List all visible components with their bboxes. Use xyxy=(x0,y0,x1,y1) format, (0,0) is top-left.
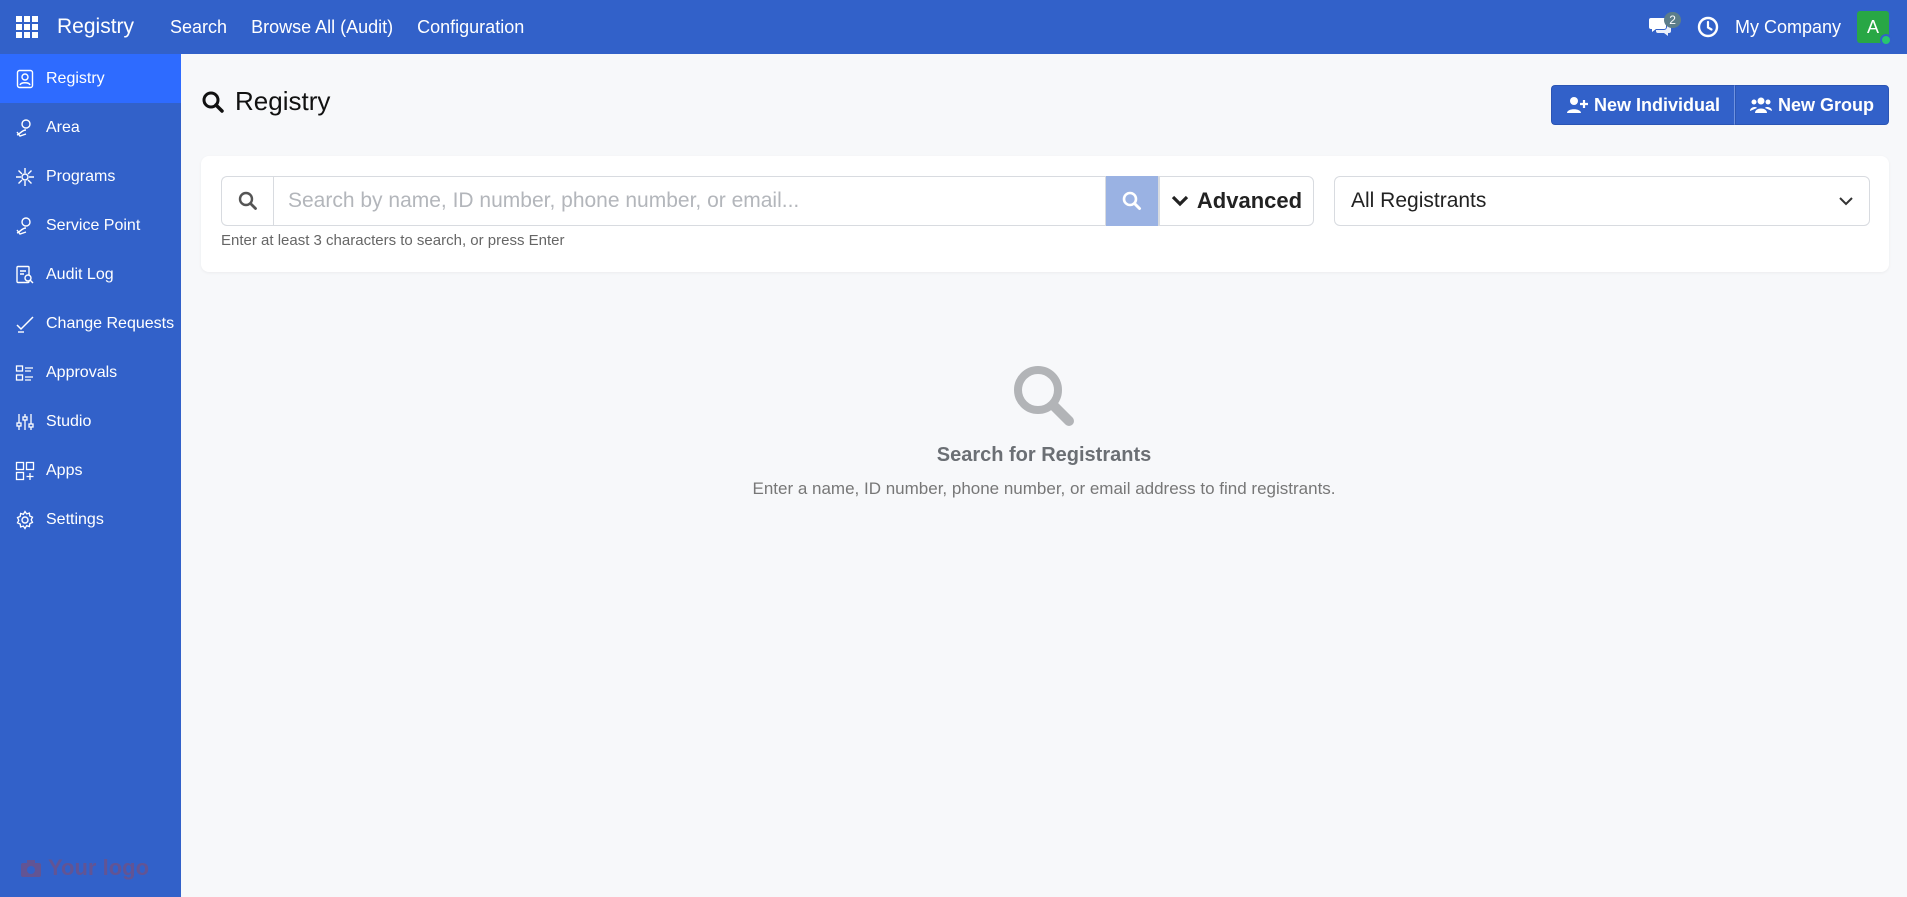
sidebar-item-label: Programs xyxy=(46,167,116,185)
change-requests-icon xyxy=(14,313,36,335)
sidebar-item-programs[interactable]: Programs xyxy=(0,152,181,201)
menu-browse-all[interactable]: Browse All (Audit) xyxy=(239,17,405,38)
chevron-down-icon xyxy=(1171,195,1189,207)
empty-state-text: Enter a name, ID number, phone number, o… xyxy=(752,479,1336,498)
sidebar-item-registry[interactable]: Registry xyxy=(0,54,181,103)
search-input[interactable] xyxy=(273,176,1106,226)
top-menu: Search Browse All (Audit) Configuration xyxy=(158,17,536,38)
search-hint: Enter at least 3 characters to search, o… xyxy=(221,232,565,249)
main-content: Registry New Individual New Group Advanc… xyxy=(181,54,1907,897)
area-icon xyxy=(14,117,36,139)
gear-icon xyxy=(14,509,36,531)
sidebar-item-label: Settings xyxy=(46,510,104,528)
search-submit-button[interactable] xyxy=(1106,176,1158,226)
sidebar: Registry Area Programs Service Point Aud… xyxy=(0,54,181,897)
menu-configuration[interactable]: Configuration xyxy=(405,17,536,38)
apps-menu-icon[interactable] xyxy=(0,0,54,54)
user-plus-icon xyxy=(1566,97,1588,113)
new-group-button[interactable]: New Group xyxy=(1734,85,1889,125)
sidebar-item-audit-log[interactable]: Audit Log xyxy=(0,250,181,299)
programs-icon xyxy=(14,166,36,188)
sidebar-item-area[interactable]: Area xyxy=(0,103,181,152)
sidebar-item-approvals[interactable]: Approvals xyxy=(0,348,181,397)
sidebar-item-label: Approvals xyxy=(46,363,118,381)
search-icon xyxy=(202,91,224,113)
sidebar-item-service-point[interactable]: Service Point xyxy=(0,201,181,250)
logo-text: Your logo xyxy=(48,855,150,880)
registrant-type-select[interactable]: All Registrants xyxy=(1334,176,1870,226)
empty-state: Search for Registrants Enter a name, ID … xyxy=(181,362,1907,499)
top-navbar: Registry Search Browse All (Audit) Confi… xyxy=(0,0,1907,54)
company-switcher[interactable]: My Company xyxy=(1735,17,1841,38)
sidebar-item-settings[interactable]: Settings xyxy=(0,495,181,544)
approvals-icon xyxy=(14,362,36,384)
sidebar-item-apps[interactable]: Apps xyxy=(0,446,181,495)
online-status-dot xyxy=(1880,34,1892,46)
menu-search[interactable]: Search xyxy=(158,17,239,38)
sidebar-item-label: Change Requests xyxy=(46,314,175,332)
users-icon xyxy=(1749,97,1772,113)
sidebar-item-label: Area xyxy=(46,118,80,136)
new-group-label: New Group xyxy=(1777,94,1874,115)
camera-icon xyxy=(21,860,41,877)
page-title: Registry xyxy=(235,86,331,116)
messages-badge: 2 xyxy=(1664,12,1681,28)
apps-icon xyxy=(14,460,36,482)
select-value: All Registrants xyxy=(1351,189,1487,212)
clock-icon[interactable] xyxy=(1693,12,1723,42)
sidebar-item-change-requests[interactable]: Change Requests xyxy=(0,299,181,348)
header-actions: New Individual New Group xyxy=(1550,85,1889,125)
sidebar-item-label: Service Point xyxy=(46,216,141,234)
sidebar-item-label: Registry xyxy=(46,69,105,87)
sidebar-item-label: Studio xyxy=(46,412,92,430)
search-icon xyxy=(221,176,273,226)
studio-icon xyxy=(14,411,36,433)
service-point-icon xyxy=(14,215,36,237)
sidebar-item-studio[interactable]: Studio xyxy=(0,397,181,446)
audit-log-icon xyxy=(14,264,36,286)
sidebar-item-label: Apps xyxy=(46,461,83,479)
page-header: Registry xyxy=(201,86,330,117)
search-bar: Advanced xyxy=(221,176,1314,226)
avatar-letter: A xyxy=(1866,16,1879,37)
search-panel: Advanced Enter at least 3 characters to … xyxy=(201,156,1889,272)
search-icon xyxy=(181,362,1907,430)
search-icon xyxy=(1122,191,1141,210)
chevron-down-icon xyxy=(1839,197,1853,206)
advanced-label: Advanced xyxy=(1196,188,1303,213)
registry-icon xyxy=(14,68,36,90)
advanced-search-toggle[interactable]: Advanced xyxy=(1158,176,1314,226)
avatar[interactable]: A xyxy=(1857,11,1892,46)
new-individual-button[interactable]: New Individual xyxy=(1550,85,1735,125)
messages-icon[interactable]: 2 xyxy=(1645,12,1681,42)
company-logo: Your logo xyxy=(20,855,149,881)
sidebar-item-label: Audit Log xyxy=(46,265,114,283)
empty-state-heading: Search for Registrants xyxy=(936,444,1152,466)
app-brand[interactable]: Registry xyxy=(57,15,134,39)
new-individual-label: New Individual xyxy=(1593,94,1720,115)
